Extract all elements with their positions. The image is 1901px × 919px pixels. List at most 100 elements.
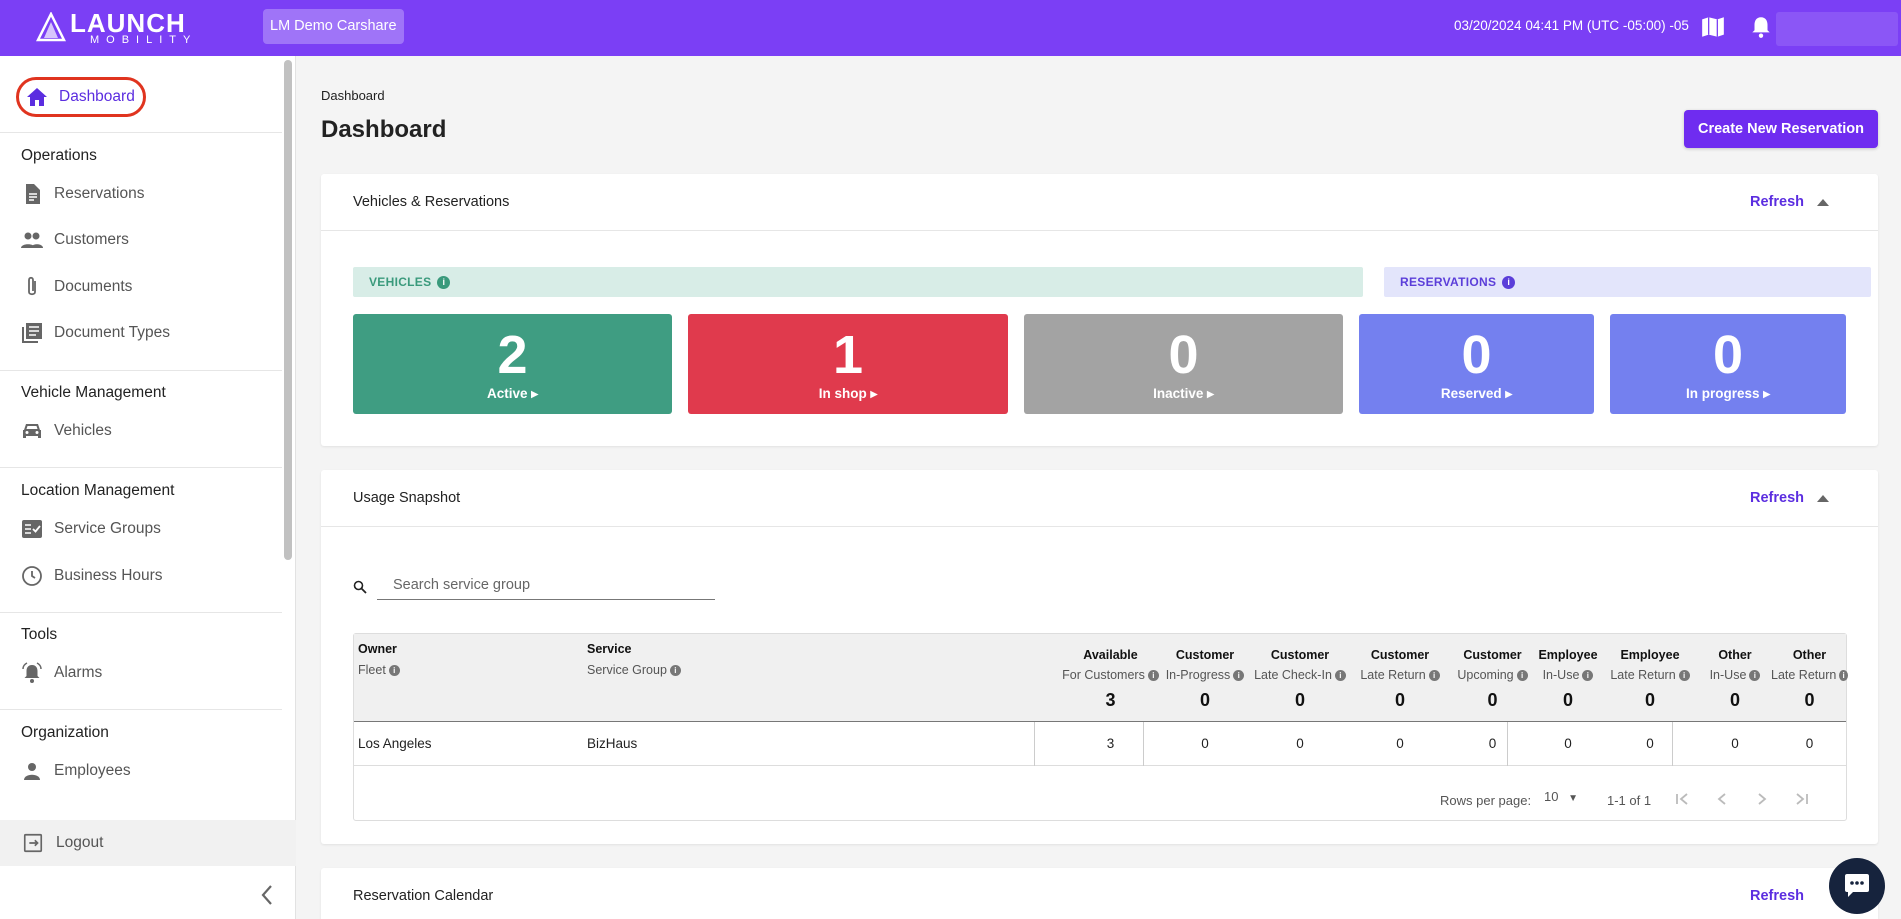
- logo-mark-icon: [36, 12, 66, 42]
- sidebar-scrollbar[interactable]: [284, 60, 292, 560]
- first-page-icon[interactable]: [1671, 788, 1693, 810]
- paperclip-icon: [28, 276, 36, 296]
- rows-per-page-select[interactable]: 10 ▼: [1544, 789, 1584, 811]
- sidebar-item-documents[interactable]: Documents: [20, 269, 132, 305]
- column-divider: [1672, 722, 1673, 766]
- sidebar-item-service-groups[interactable]: Service Groups: [20, 511, 161, 547]
- sidebar-item-vehicles[interactable]: Vehicles: [20, 413, 112, 449]
- col-metric-line1: Customer: [1370, 648, 1430, 662]
- library-books-icon: [22, 323, 42, 343]
- current-datetime: 03/20/2024 04:41 PM (UTC -05:00) -05: [1454, 18, 1689, 33]
- tile-label: In progress ▸: [1685, 386, 1771, 401]
- next-page-icon[interactable]: [1751, 788, 1773, 810]
- logo-text-mobility: MOBILITY: [90, 34, 198, 46]
- sidebar-item-business-hours[interactable]: Business Hours: [20, 558, 163, 594]
- logout-button[interactable]: Logout: [0, 820, 296, 866]
- col-metric-line1: Employee: [1620, 648, 1680, 662]
- top-bar: LAUNCH MOBILITY LM Demo Carshare 03/20/2…: [0, 0, 1901, 56]
- car-icon: [23, 424, 41, 438]
- refresh-button[interactable]: Refresh: [1750, 194, 1804, 210]
- sidebar-item-label: Alarms: [54, 664, 103, 681]
- tile-inactive-vehicles[interactable]: 0 Inactive ▸: [1024, 314, 1343, 414]
- collapse-caret-icon[interactable]: [1816, 492, 1830, 504]
- tile-active-vehicles[interactable]: 2 Active ▸: [353, 314, 672, 414]
- tile-reserved[interactable]: 0 Reserved ▸: [1359, 314, 1594, 414]
- caret-right-icon: ▸: [1763, 386, 1771, 401]
- section-heading-location-management: Location Management: [21, 482, 175, 499]
- table-row[interactable]: Los Angeles BizHaus 3 0 0 0 0 0 0 0 0: [354, 722, 1846, 766]
- tile-in-shop-vehicles[interactable]: 1 In shop ▸: [688, 314, 1008, 414]
- col-metric-line2: Late Return i: [1771, 668, 1848, 682]
- alarm-bell-icon: [22, 662, 42, 683]
- col-metric-line2: In-Use i: [1535, 668, 1601, 682]
- info-icon: i: [1334, 669, 1346, 681]
- user-menu[interactable]: [1776, 12, 1898, 46]
- sidebar-divider: [0, 132, 282, 133]
- cell-value: 0: [1488, 736, 1497, 751]
- last-page-icon[interactable]: [1791, 788, 1813, 810]
- refresh-button[interactable]: Refresh: [1750, 490, 1804, 506]
- collapse-caret-icon[interactable]: [1816, 196, 1830, 208]
- launch-mobility-logo[interactable]: LAUNCH MOBILITY: [36, 8, 190, 46]
- col-total: 0: [1394, 690, 1405, 710]
- notification-bell-icon[interactable]: [1748, 14, 1774, 40]
- chat-launcher-button[interactable]: [1829, 858, 1885, 914]
- cell-owner: Los Angeles: [358, 736, 432, 751]
- previous-page-icon[interactable]: [1711, 788, 1733, 810]
- tile-label: Active ▸: [486, 386, 539, 401]
- reservations-banner: RESERVATIONS i: [1384, 267, 1871, 297]
- column-divider: [1034, 722, 1035, 766]
- book-map-icon[interactable]: [1700, 14, 1726, 40]
- search-icon: [353, 580, 367, 594]
- info-icon[interactable]: i: [1502, 275, 1516, 289]
- col-total: 0: [1294, 690, 1305, 710]
- col-metric-line2: Late Check-In i: [1250, 668, 1350, 682]
- search-service-group-input[interactable]: [377, 570, 715, 600]
- info-icon: i: [1678, 669, 1690, 681]
- usage-table: Owner Fleet i Service Service Group i Avai…: [353, 633, 1848, 821]
- col-fleet: Fleet i: [358, 663, 400, 677]
- col-total: 0: [1562, 690, 1573, 710]
- column-divider: [1143, 722, 1144, 766]
- sidebar-item-label: Service Groups: [54, 520, 161, 537]
- sidebar-item-label: Vehicles: [54, 422, 112, 439]
- info-icon: i: [1516, 669, 1528, 681]
- document-icon: [26, 184, 40, 204]
- create-new-reservation-button[interactable]: Create New Reservation: [1684, 110, 1878, 148]
- cell-value: 0: [1564, 736, 1572, 751]
- col-service-group: Service Group i: [587, 663, 681, 677]
- sidebar-item-reservations[interactable]: Reservations: [20, 176, 144, 212]
- info-icon[interactable]: i: [437, 275, 451, 289]
- collapse-sidebar-chevron-icon[interactable]: [256, 880, 278, 910]
- column-divider: [1507, 722, 1508, 766]
- pagination-range: 1-1 of 1: [1607, 793, 1652, 808]
- vehicles-reservations-card: Vehicles & Reservations Refresh VEHICLES…: [321, 174, 1878, 446]
- caret-right-icon: ▸: [870, 386, 878, 401]
- sidebar-item-label: Dashboard: [59, 88, 135, 105]
- refresh-button[interactable]: Refresh: [1750, 888, 1804, 904]
- section-heading-tools: Tools: [21, 626, 58, 643]
- tile-in-progress[interactable]: 0 In progress ▸: [1610, 314, 1846, 414]
- tile-label: Inactive ▸: [1153, 386, 1214, 401]
- cell-value: 0: [1296, 736, 1304, 751]
- col-total: 0: [1199, 690, 1210, 710]
- sidebar-item-label: Document Types: [54, 324, 171, 341]
- sidebar-item-dashboard[interactable]: Dashboard: [16, 77, 146, 117]
- sidebar-divider: [0, 467, 282, 468]
- main-content: Dashboard Dashboard Create New Reservati…: [296, 56, 1901, 919]
- caret-right-icon: ▸: [531, 386, 539, 401]
- tile-count: 0: [1712, 325, 1744, 385]
- breadcrumb[interactable]: Dashboard: [321, 88, 385, 103]
- col-metric-line1: Customer: [1463, 648, 1522, 662]
- sidebar-item-alarms[interactable]: Alarms: [20, 655, 102, 691]
- sidebar-item-employees[interactable]: Employees: [20, 753, 131, 789]
- logout-label: Logout: [56, 834, 104, 851]
- sidebar-item-customers[interactable]: Customers: [20, 222, 129, 258]
- sidebar-item-document-types[interactable]: Document Types: [20, 315, 170, 351]
- home-icon: [27, 88, 47, 106]
- col-total: 0: [1644, 690, 1655, 710]
- card-header: Vehicles & Reservations Refresh: [321, 174, 1878, 231]
- org-selector[interactable]: LM Demo Carshare: [263, 9, 404, 44]
- usage-snapshot-card: Usage Snapshot Refresh Owner Fleeti Serv…: [321, 470, 1878, 844]
- cell-value: 0: [1805, 736, 1814, 751]
